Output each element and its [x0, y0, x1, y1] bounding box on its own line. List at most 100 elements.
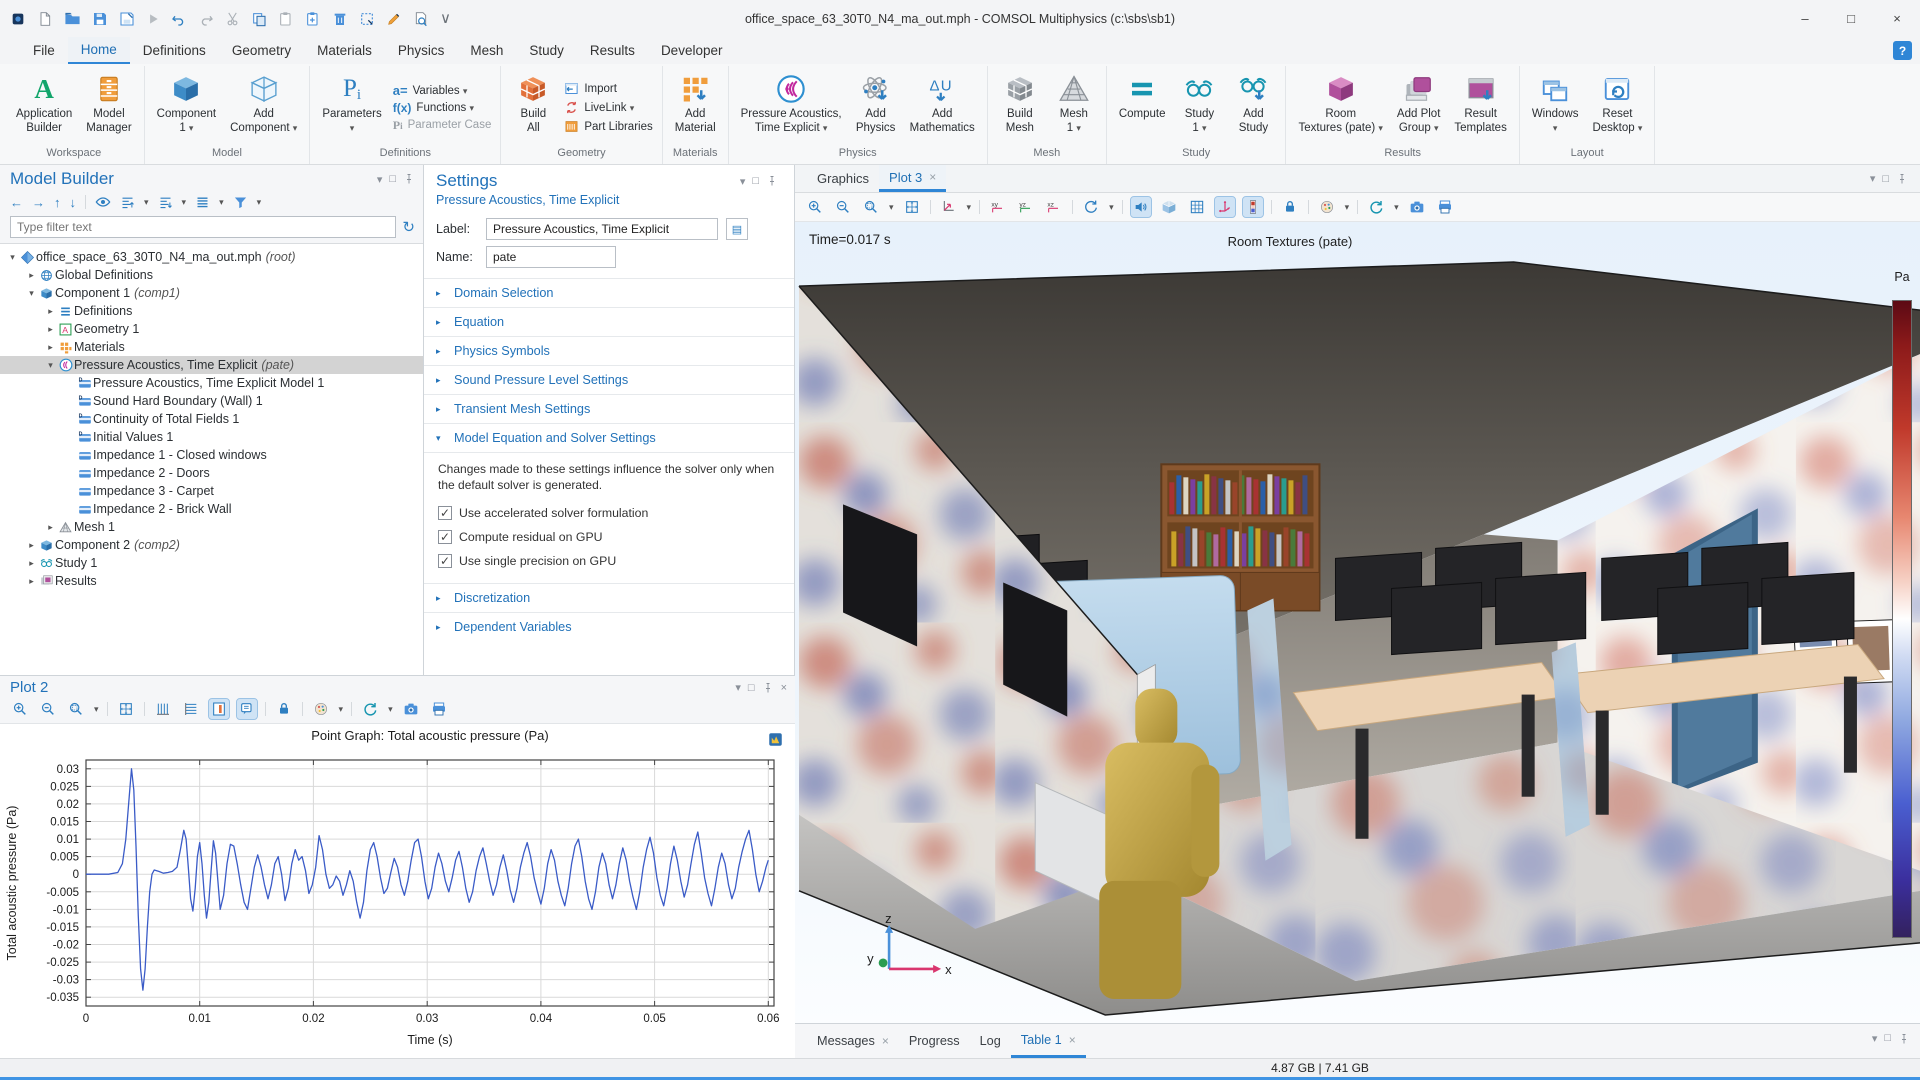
checkbox-icon[interactable]: ✓ — [438, 530, 452, 545]
menu-home[interactable]: Home — [67, 37, 130, 64]
tree-item[interactable]: ▾ Pressure Acoustics, Time Explicit (pate) — [0, 356, 423, 374]
dropdown-caret-icon[interactable]: ▾ — [94, 704, 99, 715]
tree-expander-icon[interactable]: ▾ — [6, 252, 19, 263]
close-button[interactable]: × — [1874, 0, 1920, 37]
back-arrow-icon[interactable]: ← — [10, 195, 23, 210]
tab-plot-3[interactable]: Plot 3 × — [879, 165, 947, 192]
dropdown-caret-icon[interactable]: ▾ — [1345, 202, 1350, 213]
tree-expander-icon[interactable]: ▾ — [44, 360, 57, 371]
view-yz-button[interactable]: yz — [1016, 197, 1036, 217]
settings-section-discretization[interactable]: ▸ Discretization — [424, 583, 794, 612]
settings-section-model-equation-and-solver-settings[interactable]: ▾ Model Equation and Solver Settings — [424, 423, 794, 452]
help-button[interactable]: ? — [1893, 41, 1912, 60]
menu-physics[interactable]: Physics — [385, 37, 458, 64]
print-preview[interactable] — [413, 11, 429, 27]
pin-icon[interactable] — [766, 175, 778, 187]
tab-close-icon[interactable]: × — [929, 170, 936, 184]
open-file[interactable] — [64, 10, 81, 27]
redo[interactable] — [198, 11, 214, 27]
tree-expander-icon[interactable]: ▸ — [44, 522, 57, 533]
zoom-extents-button[interactable] — [116, 699, 136, 719]
ribbon-small-variables-[interactable]: a= Variables ▾ — [393, 84, 492, 98]
pin-icon[interactable] — [1898, 1032, 1910, 1045]
settings-section-equation[interactable]: ▸ Equation — [424, 307, 794, 336]
tree-item[interactable]: Impedance 2 - Doors — [0, 464, 423, 482]
zoom-out-button[interactable] — [38, 699, 58, 719]
zoom-in-button[interactable] — [10, 699, 30, 719]
caret-icon[interactable]: ▾ — [735, 681, 741, 694]
tree-expander-icon[interactable]: ▸ — [44, 342, 57, 353]
model-tree-rows-icon[interactable] — [195, 195, 210, 210]
customize-toolbar[interactable]: ∨ — [440, 11, 451, 26]
x-grid-button[interactable] — [153, 699, 173, 719]
settings-section-physics-symbols[interactable]: ▸ Physics Symbols — [424, 336, 794, 365]
float-icon[interactable]: □ — [748, 682, 755, 694]
ribbon-button-add-plot[interactable]: Add Plot Group ▾ — [1392, 68, 1445, 147]
ribbon-button-add[interactable]: Add Study — [1228, 68, 1278, 147]
tree-item[interactable]: ▸ Global Definitions — [0, 266, 423, 284]
close-icon[interactable]: × — [781, 682, 787, 694]
ribbon-button-add[interactable]: Add Material — [670, 68, 721, 147]
axis-limits-button[interactable] — [207, 698, 230, 720]
tree-item[interactable]: ▸ Materials — [0, 338, 423, 356]
menu-study[interactable]: Study — [516, 37, 577, 64]
float-icon[interactable]: □ — [1884, 1032, 1891, 1045]
save[interactable] — [92, 11, 108, 27]
refresh-button[interactable] — [1366, 197, 1386, 217]
tree-item[interactable]: ▸ A Geometry 1 — [0, 320, 423, 338]
ribbon-button-result[interactable]: Result Templates — [1449, 68, 1511, 147]
y-grid-button[interactable] — [181, 699, 201, 719]
undo[interactable] — [171, 11, 187, 27]
tree-item[interactable]: ▸ Definitions — [0, 302, 423, 320]
select-region[interactable] — [359, 11, 375, 27]
dropdown-caret-icon[interactable]: ▾ — [219, 197, 224, 208]
view-xy-button[interactable]: xy — [988, 197, 1008, 217]
tree-item[interactable]: ▾ Component 1 (comp1) — [0, 284, 423, 302]
refresh-button[interactable] — [360, 699, 380, 719]
ribbon-small-import[interactable]: Import — [564, 81, 652, 96]
highlight[interactable] — [386, 11, 402, 27]
menu-geometry[interactable]: Geometry — [219, 37, 304, 64]
view-xz-button[interactable]: xz — [1044, 197, 1064, 217]
speaker-button[interactable] — [1129, 196, 1152, 218]
float-icon[interactable]: □ — [752, 175, 759, 187]
tree-expander-icon[interactable]: ▸ — [44, 306, 57, 317]
lock-button[interactable] — [274, 699, 294, 719]
tree-expander-icon[interactable]: ▸ — [25, 540, 38, 551]
checkbox-use-accelerated-solver-formulation[interactable]: ✓ Use accelerated solver formulation — [438, 501, 780, 525]
settings-section-sound-pressure-level-settings[interactable]: ▸ Sound Pressure Level Settings — [424, 365, 794, 394]
bottom-tab-table-1[interactable]: Table 1 × — [1010, 1024, 1086, 1058]
dropdown-caret-icon[interactable]: ▾ — [1394, 202, 1399, 213]
show-axes-button[interactable] — [1213, 196, 1236, 218]
delete-icon[interactable] — [332, 11, 348, 27]
ribbon-button-add[interactable]: Add Component ▾ — [225, 68, 302, 147]
tab-close-icon[interactable]: × — [882, 1034, 889, 1048]
plot-window-icon[interactable] — [768, 732, 783, 747]
copy[interactable] — [251, 11, 267, 27]
eye-icon[interactable] — [95, 194, 111, 210]
menu-mesh[interactable]: Mesh — [457, 37, 516, 64]
show-colorbar-button[interactable] — [1241, 196, 1264, 218]
caret-icon[interactable]: ▾ — [1872, 1032, 1878, 1045]
menu-developer[interactable]: Developer — [648, 37, 736, 64]
graphics-canvas[interactable]: z x y Time=0.017 s Room Textures (pate) … — [795, 222, 1920, 1023]
name-field[interactable] — [486, 246, 616, 268]
settings-section-domain-selection[interactable]: ▸ Domain Selection — [424, 278, 794, 307]
ribbon-button-parameters[interactable]: Pi Parameters ▾ — [317, 68, 386, 147]
go-to-view-button[interactable] — [939, 197, 959, 217]
cut-icon[interactable] — [225, 11, 240, 26]
play-icon[interactable] — [146, 12, 160, 26]
ribbon-small-functions-[interactable]: f(x) Functions ▾ — [393, 102, 492, 115]
save-as[interactable] — [119, 11, 135, 27]
zoom-in-button[interactable] — [805, 197, 825, 217]
bottom-tab-log[interactable]: Log — [970, 1024, 1011, 1058]
ribbon-button-component[interactable]: Component 1 ▾ — [152, 68, 221, 147]
tree-expander-icon[interactable]: ▾ — [25, 288, 38, 299]
save-icon[interactable] — [92, 11, 108, 27]
dropdown-caret-icon[interactable]: ▾ — [257, 197, 262, 208]
bottom-tab-progress[interactable]: Progress — [899, 1024, 970, 1058]
dropdown-caret-icon[interactable]: ▾ — [388, 704, 393, 715]
new-file[interactable] — [37, 11, 53, 27]
tree-expander-icon[interactable]: ▸ — [25, 558, 38, 569]
label-field[interactable] — [486, 218, 718, 240]
